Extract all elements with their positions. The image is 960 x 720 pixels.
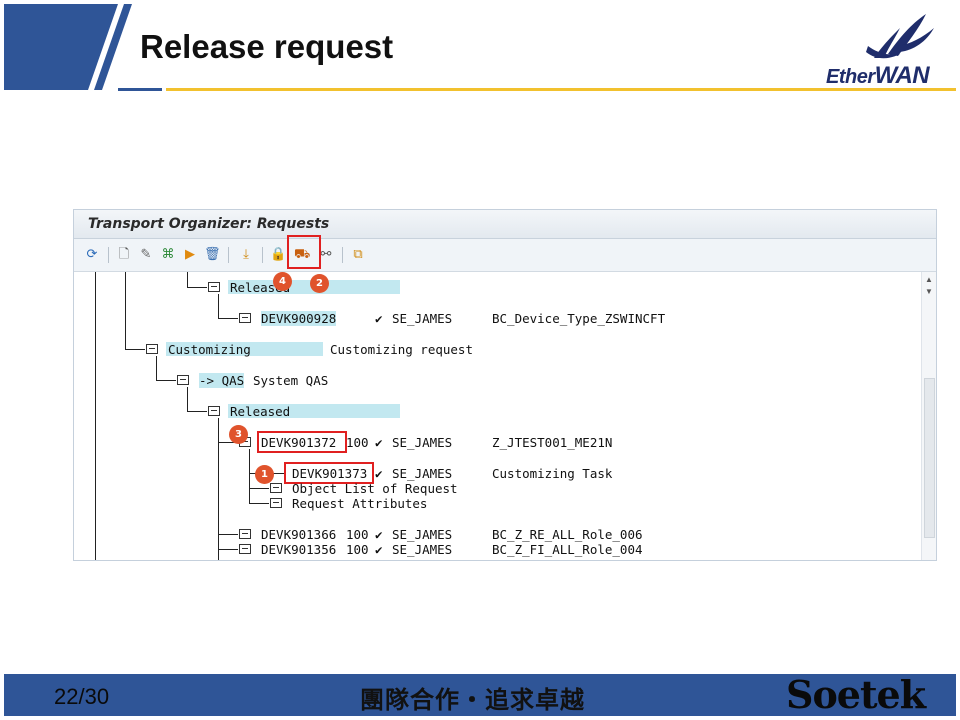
request-owner: SE_JAMES — [392, 542, 453, 557]
sap-window: Transport Organizer: Requests ⟳ 🗋 ✎ ⌘ ▶ … — [73, 209, 937, 561]
soetek-logo: Soetek — [786, 672, 926, 717]
page-number: 22/30 — [54, 684, 110, 709]
lock-icon[interactable]: 🔒 — [270, 247, 286, 263]
status-check: ✔ — [375, 466, 383, 481]
callout-badge-1: 1 — [255, 465, 274, 484]
tree-line — [218, 318, 238, 319]
hierarchy-icon[interactable]: ⌘ — [160, 247, 176, 263]
import-icon[interactable]: ⤓ — [238, 247, 254, 263]
expand-node-icon[interactable] — [270, 483, 282, 493]
callout-badge-2: 2 — [310, 274, 329, 293]
request-description: Z_JTEST001_ME21N — [492, 435, 613, 450]
folder-node-icon[interactable] — [146, 344, 158, 354]
tree-item-qas[interactable]: -> QAS — [199, 373, 245, 388]
tree-line — [187, 387, 188, 411]
folder-node-icon[interactable] — [177, 375, 189, 385]
callout-badge-3: 3 — [229, 425, 248, 444]
status-check: ✔ — [375, 435, 383, 450]
delete-icon[interactable]: 🗑 — [204, 247, 221, 263]
sap-window-title: Transport Organizer: Requests — [74, 210, 936, 239]
sap-toolbar: ⟳ 🗋 ✎ ⌘ ▶ 🗑 ⤓ 🔒 ⛟ ⚯ ⧉ — [74, 235, 936, 272]
tree-line — [249, 488, 269, 489]
tree-line — [249, 503, 269, 504]
request-client: 100 — [346, 542, 369, 557]
request-owner: SE_JAMES — [392, 466, 453, 481]
expand-node-icon[interactable] — [270, 498, 282, 508]
folder-node-icon[interactable] — [208, 406, 220, 416]
scroll-down-icon[interactable]: ▼ — [925, 288, 933, 296]
toolbar-separator — [228, 247, 229, 263]
tree-line — [187, 287, 207, 288]
toolbar-separator — [342, 247, 343, 263]
tree-line — [125, 272, 126, 349]
tree-line — [218, 534, 238, 535]
tree-line — [187, 272, 188, 287]
expand-node-icon[interactable] — [239, 529, 251, 539]
callout-box-request — [257, 431, 347, 453]
status-check: ✔ — [375, 311, 383, 326]
tree-item-customizing[interactable]: Customizing — [168, 342, 251, 357]
header-divider-blue — [118, 88, 162, 91]
tree-line — [156, 356, 157, 380]
folder-node-icon[interactable] — [208, 282, 220, 292]
expand-node-icon[interactable] — [239, 544, 251, 554]
scrollbar-thumb[interactable] — [924, 378, 935, 538]
release-directly-icon[interactable]: ▶ — [182, 247, 198, 263]
tree-line — [218, 418, 219, 560]
request-owner: SE_JAMES — [392, 435, 453, 450]
toolbar-separator — [108, 247, 109, 263]
tree-item-description: System QAS — [253, 373, 329, 388]
tree-line — [125, 349, 145, 350]
request-tree: Released DEVK900928 ✔ SE_JAMES BC_Device… — [74, 272, 920, 560]
scroll-up-icon[interactable]: ▲ — [925, 276, 933, 284]
tree-line — [249, 449, 250, 503]
callout-badge-4: 4 — [273, 272, 292, 291]
expand-node-icon[interactable] — [239, 313, 251, 323]
change-icon[interactable]: ✎ — [138, 247, 154, 263]
tree-item-description: Customizing request — [330, 342, 473, 357]
copy-icon[interactable]: ⧉ — [350, 247, 366, 263]
request-client: 100 — [346, 435, 369, 450]
request-owner: SE_JAMES — [392, 311, 453, 326]
tree-line — [218, 549, 238, 550]
callout-box-truck — [287, 235, 321, 269]
footer-motto: 團隊合作・追求卓越 — [360, 685, 585, 714]
slide-title: Release request — [140, 28, 394, 65]
request-description: BC_Z_RE_ALL_Role_006 — [492, 527, 643, 542]
tree-scrollbar[interactable]: ▲ ▼ — [921, 272, 936, 560]
tree-line — [187, 411, 207, 412]
request-description: BC_Device_Type_ZSWINCFT — [492, 311, 666, 326]
tree-line — [95, 272, 96, 560]
request-id[interactable]: DEVK901366 — [261, 527, 336, 542]
tree-line — [156, 380, 176, 381]
status-check: ✔ — [375, 542, 383, 557]
refresh-icon[interactable]: ⟳ — [84, 247, 100, 263]
etherwan-wordmark: EtherWAN — [826, 62, 930, 89]
request-id[interactable]: DEVK901356 — [261, 542, 336, 557]
tree-line — [218, 294, 219, 318]
tree-item-released[interactable]: Released — [230, 404, 290, 419]
request-description: BC_Z_FI_ALL_Role_004 — [492, 542, 643, 557]
new-icon[interactable]: 🗋 — [116, 247, 132, 263]
tree-item-object-list[interactable]: Object List of Request — [292, 481, 458, 496]
request-description: Customizing Task — [492, 466, 613, 481]
status-check: ✔ — [375, 527, 383, 542]
request-id[interactable]: DEVK900928 — [261, 311, 337, 326]
toolbar-separator — [262, 247, 263, 263]
request-owner: SE_JAMES — [392, 527, 453, 542]
request-client: 100 — [346, 527, 369, 542]
tree-item-request-attributes[interactable]: Request Attributes — [292, 496, 427, 511]
